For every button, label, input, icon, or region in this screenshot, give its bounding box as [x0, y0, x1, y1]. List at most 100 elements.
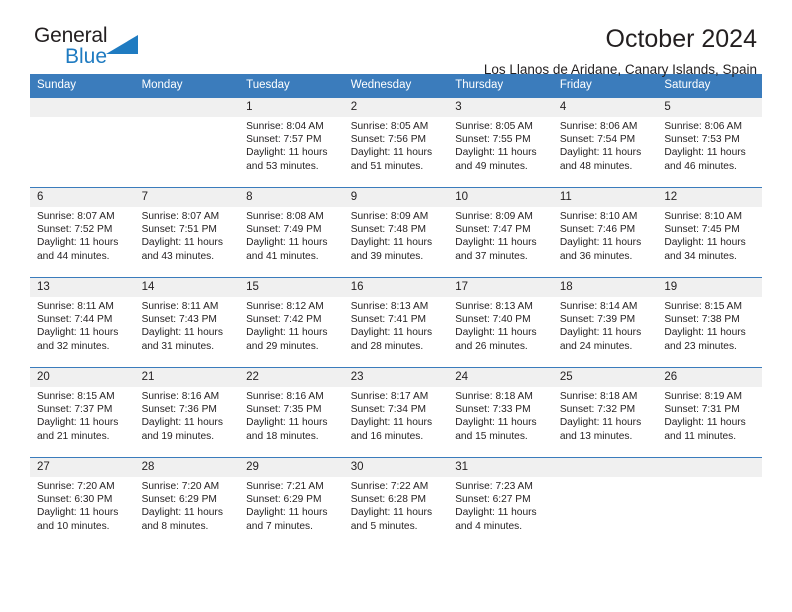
calendar-day-cell[interactable]: 6 Sunrise: 8:07 AM Sunset: 7:52 PM Daylight… [30, 187, 135, 278]
calendar-day-cell[interactable]: 12 Sunrise: 8:10 AM Sunset: 7:45 PM Dayligh… [657, 187, 762, 278]
calendar-cell-empty [134, 97, 240, 188]
calendar-day-cell[interactable]: 30 Sunrise: 7:22 AM Sunset: 6:28 PM Dayligh… [343, 457, 449, 548]
daylight-text: Daylight: 11 hours and 18 minutes. [246, 417, 328, 442]
calendar-day-cell[interactable]: 23 Sunrise: 8:17 AM Sunset: 7:34 PM Dayligh… [343, 367, 449, 458]
day-number [134, 98, 240, 117]
daylight-text: Daylight: 11 hours and 19 minutes. [141, 417, 223, 442]
day-number: 16 [343, 278, 449, 297]
day-number: 5 [657, 98, 762, 117]
daylight-text: Daylight: 11 hours and 53 minutes. [246, 147, 328, 172]
day-sun-info: Sunrise: 8:13 AM Sunset: 7:41 PM Daylight:… [344, 297, 449, 353]
calendar-day-cell[interactable]: 31 Sunrise: 7:23 AM Sunset: 6:27 PM Dayligh… [448, 457, 553, 548]
sunrise-text: Sunrise: 8:05 AM [350, 121, 429, 132]
day-number: 7 [134, 188, 240, 207]
calendar-day-cell[interactable]: 1 Sunrise: 8:04 AM Sunset: 7:57 PM Daylight… [239, 97, 344, 188]
calendar-day-cell[interactable]: 8 Sunrise: 8:08 AM Sunset: 7:49 PM Daylight… [239, 187, 344, 278]
day-sun-info: Sunrise: 8:16 AM Sunset: 7:36 PM Daylight:… [135, 387, 240, 443]
sunrise-text: Sunrise: 8:04 AM [246, 121, 324, 132]
sunrise-text: Sunrise: 7:20 AM [141, 481, 220, 492]
sunset-text: Sunset: 7:42 PM [246, 314, 322, 326]
calendar-cell-empty [30, 97, 135, 188]
sunrise-text: Sunrise: 8:11 AM [141, 301, 219, 312]
sunrise-text: Sunrise: 8:13 AM [455, 301, 533, 312]
calendar-page: General Blue October 2024 Los Llanos de … [0, 0, 792, 612]
calendar-day-cell[interactable]: 13 Sunrise: 8:11 AM Sunset: 7:44 PM Dayligh… [30, 277, 135, 368]
calendar-day-cell[interactable]: 14 Sunrise: 8:11 AM Sunset: 7:43 PM Dayligh… [134, 277, 240, 368]
calendar-day-cell[interactable]: 20 Sunrise: 8:15 AM Sunset: 7:37 PM Dayligh… [30, 367, 135, 458]
day-number: 15 [239, 278, 344, 297]
calendar-day-cell[interactable]: 4 Sunrise: 8:06 AM Sunset: 7:54 PM Daylight… [552, 97, 658, 188]
day-sun-info: Sunrise: 8:10 AM Sunset: 7:45 PM Daylight:… [657, 207, 762, 263]
sunset-text: Sunset: 7:37 PM [37, 404, 113, 416]
calendar-day-cell[interactable]: 15 Sunrise: 8:12 AM Sunset: 7:42 PM Dayligh… [239, 277, 344, 368]
daylight-text: Daylight: 11 hours and 4 minutes. [455, 507, 537, 532]
sunrise-text: Sunrise: 7:20 AM [37, 481, 115, 492]
calendar-day-cell[interactable]: 27 Sunrise: 7:20 AM Sunset: 6:30 PM Dayligh… [30, 457, 135, 548]
day-number: 9 [343, 188, 449, 207]
day-sun-info: Sunrise: 8:13 AM Sunset: 7:40 PM Daylight:… [448, 297, 553, 353]
calendar-day-cell[interactable]: 9 Sunrise: 8:09 AM Sunset: 7:48 PM Daylight… [343, 187, 449, 278]
triangle-icon [106, 35, 138, 54]
daylight-text: Daylight: 11 hours and 39 minutes. [350, 237, 433, 262]
day-number: 25 [552, 368, 658, 387]
logo-word-blue: Blue [65, 45, 108, 68]
sunrise-text: Sunrise: 8:07 AM [37, 211, 115, 222]
calendar-day-cell[interactable]: 22 Sunrise: 8:16 AM Sunset: 7:35 PM Dayligh… [239, 367, 344, 458]
sunset-text: Sunset: 7:45 PM [664, 224, 740, 236]
calendar-day-cell[interactable]: 11 Sunrise: 8:10 AM Sunset: 7:46 PM Dayligh… [552, 187, 658, 278]
day-sun-info: Sunrise: 8:19 AM Sunset: 7:31 PM Daylight:… [657, 387, 762, 443]
sunrise-text: Sunrise: 8:09 AM [455, 211, 533, 222]
day-number: 14 [134, 278, 240, 297]
daylight-text: Daylight: 11 hours and 16 minutes. [350, 417, 433, 442]
calendar-day-cell[interactable]: 18 Sunrise: 8:14 AM Sunset: 7:39 PM Dayligh… [552, 277, 658, 368]
calendar-day-cell[interactable]: 17 Sunrise: 8:13 AM Sunset: 7:40 PM Dayligh… [448, 277, 553, 368]
calendar-day-cell[interactable]: 24 Sunrise: 8:18 AM Sunset: 7:33 PM Dayligh… [448, 367, 553, 458]
calendar-week-row: 1 Sunrise: 8:04 AM Sunset: 7:57 PM Daylight… [30, 97, 762, 188]
calendar-day-cell[interactable]: 5 Sunrise: 8:06 AM Sunset: 7:53 PM Daylight… [657, 97, 762, 188]
calendar-day-cell[interactable]: 25 Sunrise: 8:18 AM Sunset: 7:32 PM Dayligh… [552, 367, 658, 458]
calendar-day-cell[interactable]: 28 Sunrise: 7:20 AM Sunset: 6:29 PM Dayligh… [134, 457, 240, 548]
daylight-text: Daylight: 11 hours and 13 minutes. [559, 417, 642, 442]
calendar-day-cell[interactable]: 10 Sunrise: 8:09 AM Sunset: 7:47 PM Dayligh… [448, 187, 553, 278]
day-sun-info: Sunrise: 8:15 AM Sunset: 7:37 PM Daylight:… [30, 387, 135, 443]
calendar-day-cell[interactable]: 29 Sunrise: 7:21 AM Sunset: 6:29 PM Dayligh… [239, 457, 344, 548]
daylight-text: Daylight: 11 hours and 15 minutes. [455, 417, 537, 442]
calendar-day-cell[interactable]: 3 Sunrise: 8:05 AM Sunset: 7:55 PM Daylight… [448, 97, 553, 188]
calendar-day-cell[interactable]: 16 Sunrise: 8:13 AM Sunset: 7:41 PM Dayligh… [343, 277, 449, 368]
day-sun-info: Sunrise: 8:07 AM Sunset: 7:51 PM Daylight:… [135, 207, 240, 263]
sunrise-text: Sunrise: 8:17 AM [350, 391, 429, 402]
daylight-text: Daylight: 11 hours and 29 minutes. [246, 327, 328, 352]
day-number: 20 [30, 368, 135, 387]
calendar-table: Sunday Monday Tuesday Wednesday Thursday Frid… [30, 74, 762, 548]
sunset-text: Sunset: 7:49 PM [246, 224, 322, 236]
calendar-day-cell[interactable]: 19 Sunrise: 8:15 AM Sunset: 7:38 PM Dayligh… [657, 277, 762, 368]
general-blue-logo[interactable]: General Blue [34, 25, 234, 73]
day-sun-info: Sunrise: 8:11 AM Sunset: 7:44 PM Daylight:… [30, 297, 135, 353]
calendar-day-cell[interactable]: 21 Sunrise: 8:16 AM Sunset: 7:36 PM Dayligh… [134, 367, 240, 458]
calendar-day-cell[interactable]: 2 Sunrise: 8:05 AM Sunset: 7:56 PM Daylight… [343, 97, 449, 188]
sunset-text: Sunset: 7:43 PM [141, 314, 217, 326]
daylight-text: Daylight: 11 hours and 21 minutes. [37, 417, 119, 442]
sunrise-text: Sunrise: 7:23 AM [455, 481, 533, 492]
calendar-day-cell[interactable]: 7 Sunrise: 8:07 AM Sunset: 7:51 PM Daylight… [134, 187, 240, 278]
daylight-text: Daylight: 11 hours and 11 minutes. [664, 417, 746, 442]
sunset-text: Sunset: 7:40 PM [455, 314, 531, 326]
day-number: 26 [657, 368, 762, 387]
day-sun-info: Sunrise: 8:10 AM Sunset: 7:46 PM Daylight:… [553, 207, 658, 263]
day-number: 30 [343, 458, 449, 477]
day-number: 11 [552, 188, 658, 207]
day-sun-info: Sunrise: 8:18 AM Sunset: 7:32 PM Daylight:… [553, 387, 658, 443]
daylight-text: Daylight: 11 hours and 43 minutes. [141, 237, 223, 262]
sunset-text: Sunset: 7:55 PM [455, 134, 531, 146]
daylight-text: Daylight: 11 hours and 37 minutes. [455, 237, 537, 262]
sunset-text: Sunset: 7:41 PM [350, 314, 427, 326]
day-sun-info: Sunrise: 8:05 AM Sunset: 7:55 PM Daylight:… [448, 117, 553, 173]
sunrise-text: Sunrise: 8:15 AM [37, 391, 115, 402]
sunrise-text: Sunrise: 8:19 AM [664, 391, 742, 402]
day-sun-info: Sunrise: 7:21 AM Sunset: 6:29 PM Daylight:… [239, 477, 344, 533]
calendar-day-cell[interactable]: 26 Sunrise: 8:19 AM Sunset: 7:31 PM Dayligh… [657, 367, 762, 458]
sunset-text: Sunset: 7:46 PM [559, 224, 636, 236]
daylight-text: Daylight: 11 hours and 5 minutes. [350, 507, 433, 532]
day-number: 4 [552, 98, 658, 117]
daylight-text: Daylight: 11 hours and 36 minutes. [559, 237, 642, 262]
